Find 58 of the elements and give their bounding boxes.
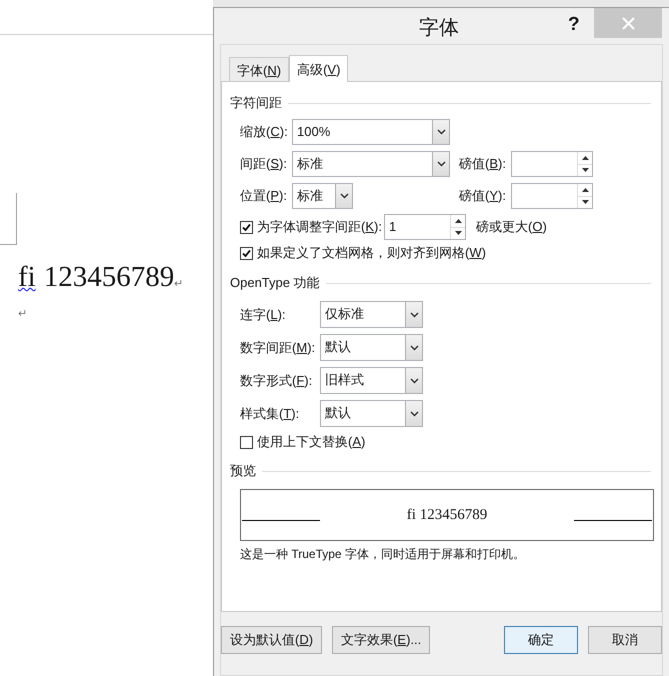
dropdown[interactable]: 默认 (320, 400, 423, 427)
checkbox[interactable] (240, 220, 253, 234)
checkbox-label: 为字体调整字间距(K): (257, 218, 383, 236)
section-title: 预览 (230, 462, 256, 480)
document-text: fi (18, 260, 36, 294)
chevron-down-icon (410, 378, 418, 384)
dropdown[interactable]: 旧样式 (320, 367, 423, 394)
tab[interactable]: 字体(N) (229, 57, 290, 81)
chevron-down-icon (410, 312, 418, 318)
up-arrow-icon[interactable] (454, 218, 462, 223)
font-description: 这是一种 TrueType 字体，同时适用于屏幕和打印机。 (240, 546, 526, 563)
dropdown[interactable]: 仅标准 (320, 301, 423, 328)
dropdown[interactable]: 标准 (292, 151, 450, 177)
field-label: 磅或更大(O) (476, 218, 547, 236)
spin-field[interactable] (511, 151, 593, 177)
chevron-down-icon (436, 129, 446, 135)
spin-field[interactable]: 1 (384, 214, 466, 240)
field-label: 数字间距(M): (240, 338, 316, 357)
field-label: 连字(L): (240, 306, 287, 324)
field-label: 磅值(Y): (459, 187, 507, 206)
document-text: 123456789 (44, 260, 174, 294)
down-arrow-icon[interactable] (582, 168, 588, 172)
dropdown[interactable]: 标准 (292, 183, 353, 209)
chevron-down-icon (436, 161, 446, 167)
up-arrow-icon[interactable] (582, 188, 588, 192)
checkbox-label: 使用上下文替换(A) (257, 433, 366, 452)
down-arrow-icon[interactable] (582, 200, 588, 204)
chevron-down-icon (340, 193, 348, 199)
field-label: 间距(S): (240, 155, 288, 174)
field-label: 位置(P): (240, 187, 288, 206)
page-corner-mark (0, 193, 17, 245)
dropdown[interactable]: 100% (292, 119, 450, 145)
chevron-down-icon (410, 410, 418, 416)
chevron-down-icon (410, 344, 418, 350)
spin-field[interactable] (511, 183, 593, 209)
tab[interactable]: 高级(V) (289, 55, 348, 82)
section-title: OpenType 功能 (230, 274, 320, 292)
section-title: 字符间距 (230, 94, 282, 112)
checkbox[interactable] (240, 436, 253, 448)
field-label: 缩放(C): (240, 123, 289, 142)
help-button[interactable]: ? (568, 11, 580, 40)
window-title: 字体 (419, 16, 459, 41)
dropdown[interactable]: 默认 (320, 334, 423, 361)
down-arrow-icon[interactable] (454, 231, 462, 236)
field-label: 样式集(T): (240, 404, 300, 423)
field-label: 磅值(B): (459, 155, 507, 174)
up-arrow-icon[interactable] (582, 156, 588, 160)
field-label: 数字形式(F): (240, 372, 314, 390)
close-icon (622, 16, 634, 30)
paragraph-mark: ↵ (174, 278, 184, 290)
dialog-button[interactable]: 文字效果(E)... (332, 626, 430, 654)
dialog-button[interactable]: 取消 (588, 626, 662, 654)
paragraph-mark: ↵ (18, 308, 27, 320)
checkbox-label: 如果定义了文档网格，则对齐到网格(W) (257, 244, 486, 262)
dialog-button[interactable]: 设为默认值(D) (221, 626, 322, 654)
dialog-button[interactable]: 确定 (504, 626, 578, 654)
checkbox[interactable] (240, 246, 253, 260)
preview-text: fi 123456789 (406, 506, 488, 525)
